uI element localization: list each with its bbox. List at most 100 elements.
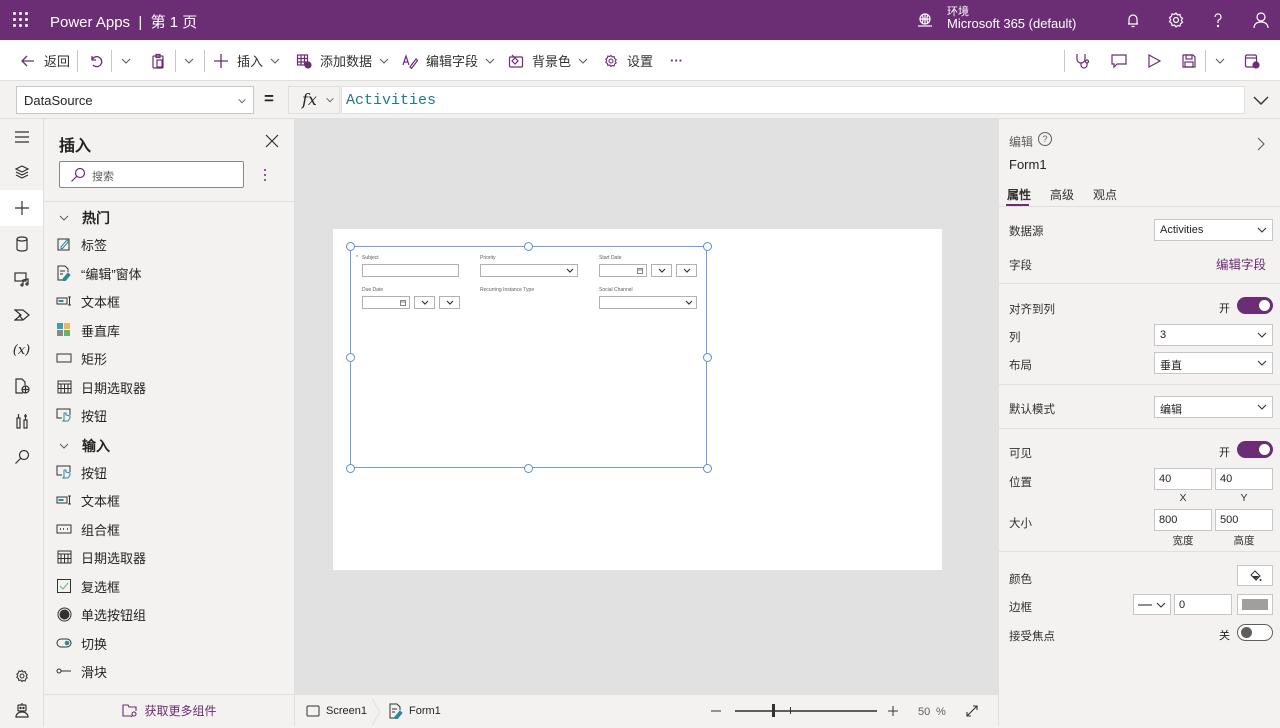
power-automate-button[interactable] bbox=[0, 297, 43, 333]
insert-item-edit-form[interactable]: “编辑”窗体 bbox=[56, 262, 142, 284]
height-input[interactable]: 500 bbox=[1215, 509, 1273, 531]
save-button[interactable] bbox=[1181, 40, 1205, 81]
back-button[interactable]: 返回 bbox=[20, 40, 70, 81]
resize-handle[interactable] bbox=[703, 353, 712, 362]
resize-handle[interactable] bbox=[524, 464, 533, 473]
search-nav-button[interactable] bbox=[0, 439, 43, 475]
undo-button[interactable] bbox=[88, 40, 112, 81]
user-avatar-icon[interactable] bbox=[1251, 10, 1271, 30]
gear-icon[interactable] bbox=[1166, 10, 1186, 30]
app-checker-button[interactable] bbox=[1074, 40, 1100, 81]
search-input[interactable]: 搜索 bbox=[59, 161, 244, 188]
x-input[interactable]: 40 bbox=[1154, 468, 1212, 490]
insert-item-slider[interactable]: 滑块 bbox=[56, 660, 107, 682]
preview-button[interactable] bbox=[1146, 40, 1170, 81]
layout-dropdown[interactable]: 垂直 bbox=[1154, 352, 1273, 374]
more-button[interactable]: ··· bbox=[670, 40, 683, 81]
focusable-toggle[interactable] bbox=[1237, 624, 1273, 641]
insert-item-combo-box[interactable]: 组合框 bbox=[56, 518, 120, 540]
edit-fields-link[interactable]: 编辑字段 bbox=[1216, 254, 1266, 273]
insert-item-date-picker[interactable]: 日期选取器 bbox=[56, 546, 146, 568]
section-input[interactable]: 输入 bbox=[58, 436, 110, 456]
priority-dropdown[interactable] bbox=[480, 264, 578, 277]
zoom-in-button[interactable] bbox=[887, 705, 899, 717]
background-color-button[interactable]: 背景色 bbox=[508, 40, 597, 81]
get-more-components-button[interactable]: 获取更多组件 bbox=[44, 694, 295, 726]
snap-to-columns-toggle[interactable] bbox=[1237, 297, 1273, 314]
menu-button[interactable] bbox=[0, 119, 43, 155]
start-hour-dropdown[interactable] bbox=[651, 264, 672, 277]
save-dropdown[interactable] bbox=[1214, 40, 1234, 81]
resize-handle[interactable] bbox=[346, 353, 355, 362]
publish-button[interactable] bbox=[1244, 40, 1268, 81]
edit-fields-button[interactable]: 编辑字段 bbox=[402, 40, 504, 81]
insert-item-date-picker[interactable]: 日期选取器 bbox=[56, 376, 146, 398]
insert-item-vertical-gallery[interactable]: 垂直库 bbox=[56, 319, 120, 341]
paste-dropdown[interactable] bbox=[183, 40, 203, 81]
insert-item-text-input[interactable]: 文本框 bbox=[56, 489, 120, 511]
due-date-picker[interactable] bbox=[362, 296, 410, 309]
tab-ideas[interactable]: 观点 bbox=[1093, 186, 1117, 203]
variables-button[interactable]: (x) bbox=[0, 332, 43, 368]
media-button[interactable] bbox=[0, 261, 43, 297]
more-options-icon[interactable] bbox=[263, 168, 267, 182]
default-mode-dropdown[interactable]: 编辑 bbox=[1154, 396, 1273, 418]
settings-button[interactable]: 设置 bbox=[603, 40, 653, 81]
tab-advanced[interactable]: 高级 bbox=[1050, 186, 1074, 203]
insert-button[interactable]: 插入 bbox=[213, 40, 289, 81]
close-icon[interactable] bbox=[265, 134, 279, 148]
y-input[interactable]: 40 bbox=[1215, 468, 1273, 490]
resize-handle[interactable] bbox=[703, 464, 712, 473]
visible-toggle[interactable] bbox=[1237, 441, 1273, 458]
insert-item-checkbox[interactable]: 复选框 bbox=[56, 575, 120, 597]
subject-input[interactable] bbox=[362, 264, 459, 277]
start-date-picker[interactable] bbox=[599, 264, 647, 277]
tree-view-button[interactable] bbox=[0, 154, 43, 190]
paste-button[interactable] bbox=[150, 40, 174, 81]
copilot-button[interactable] bbox=[0, 692, 43, 728]
help-icon[interactable]: ? bbox=[1038, 132, 1052, 146]
chevron-right-icon[interactable] bbox=[1257, 137, 1265, 151]
insert-item-text-input[interactable]: 文本框 bbox=[56, 290, 120, 312]
width-input[interactable]: 800 bbox=[1154, 509, 1212, 531]
fit-to-window-icon[interactable] bbox=[965, 704, 979, 718]
formula-input[interactable]: Activities bbox=[341, 86, 1245, 114]
border-thickness-input[interactable]: 0 bbox=[1174, 594, 1232, 615]
form-control[interactable]: * Subject Priority Start Date Due Date R… bbox=[350, 246, 707, 468]
start-minute-dropdown[interactable] bbox=[676, 264, 697, 277]
expand-formula-icon[interactable] bbox=[1253, 93, 1269, 107]
color-picker-button[interactable] bbox=[1237, 565, 1273, 586]
insert-item-radio[interactable]: 单选按钮组 bbox=[56, 603, 146, 625]
resize-handle[interactable] bbox=[346, 242, 355, 251]
undo-dropdown[interactable] bbox=[120, 40, 140, 81]
data-source-dropdown[interactable]: Activities bbox=[1154, 219, 1273, 241]
zoom-slider-track[interactable] bbox=[735, 710, 877, 712]
zoom-out-button[interactable] bbox=[710, 705, 722, 717]
screen-canvas[interactable]: * Subject Priority Start Date Due Date R… bbox=[333, 229, 942, 570]
advanced-tools-button[interactable] bbox=[0, 368, 43, 404]
border-style-dropdown[interactable] bbox=[1133, 594, 1171, 615]
breadcrumb-screen[interactable]: Screen1 bbox=[306, 695, 367, 727]
help-icon[interactable] bbox=[1208, 10, 1228, 30]
insert-nav-button[interactable] bbox=[0, 190, 43, 226]
border-color-button[interactable] bbox=[1237, 594, 1273, 615]
environment-value[interactable]: Microsoft 365 (default) bbox=[947, 16, 1076, 31]
bell-icon[interactable] bbox=[1123, 10, 1143, 30]
insert-item-button[interactable]: 按钮 bbox=[56, 461, 107, 483]
due-hour-dropdown[interactable] bbox=[414, 296, 435, 309]
environment-icon[interactable] bbox=[916, 11, 934, 29]
zoom-slider-thumb[interactable] bbox=[771, 704, 775, 717]
columns-dropdown[interactable]: 3 bbox=[1154, 324, 1273, 346]
resize-handle[interactable] bbox=[524, 242, 533, 251]
add-data-button[interactable]: 添加数据 bbox=[296, 40, 398, 81]
insert-item-rectangle[interactable]: 矩形 bbox=[56, 347, 107, 369]
property-selector[interactable]: DataSource bbox=[16, 86, 254, 114]
tools-button[interactable] bbox=[0, 403, 43, 439]
comments-button[interactable] bbox=[1110, 40, 1136, 81]
insert-item-label[interactable]: 标签 bbox=[56, 233, 107, 255]
app-launcher-icon[interactable] bbox=[13, 12, 29, 28]
insert-item-button[interactable]: 按钮 bbox=[56, 404, 107, 426]
tab-properties[interactable]: 属性 bbox=[1007, 186, 1031, 203]
settings-nav-button[interactable] bbox=[0, 658, 43, 694]
insert-item-toggle[interactable]: 切换 bbox=[56, 632, 107, 654]
